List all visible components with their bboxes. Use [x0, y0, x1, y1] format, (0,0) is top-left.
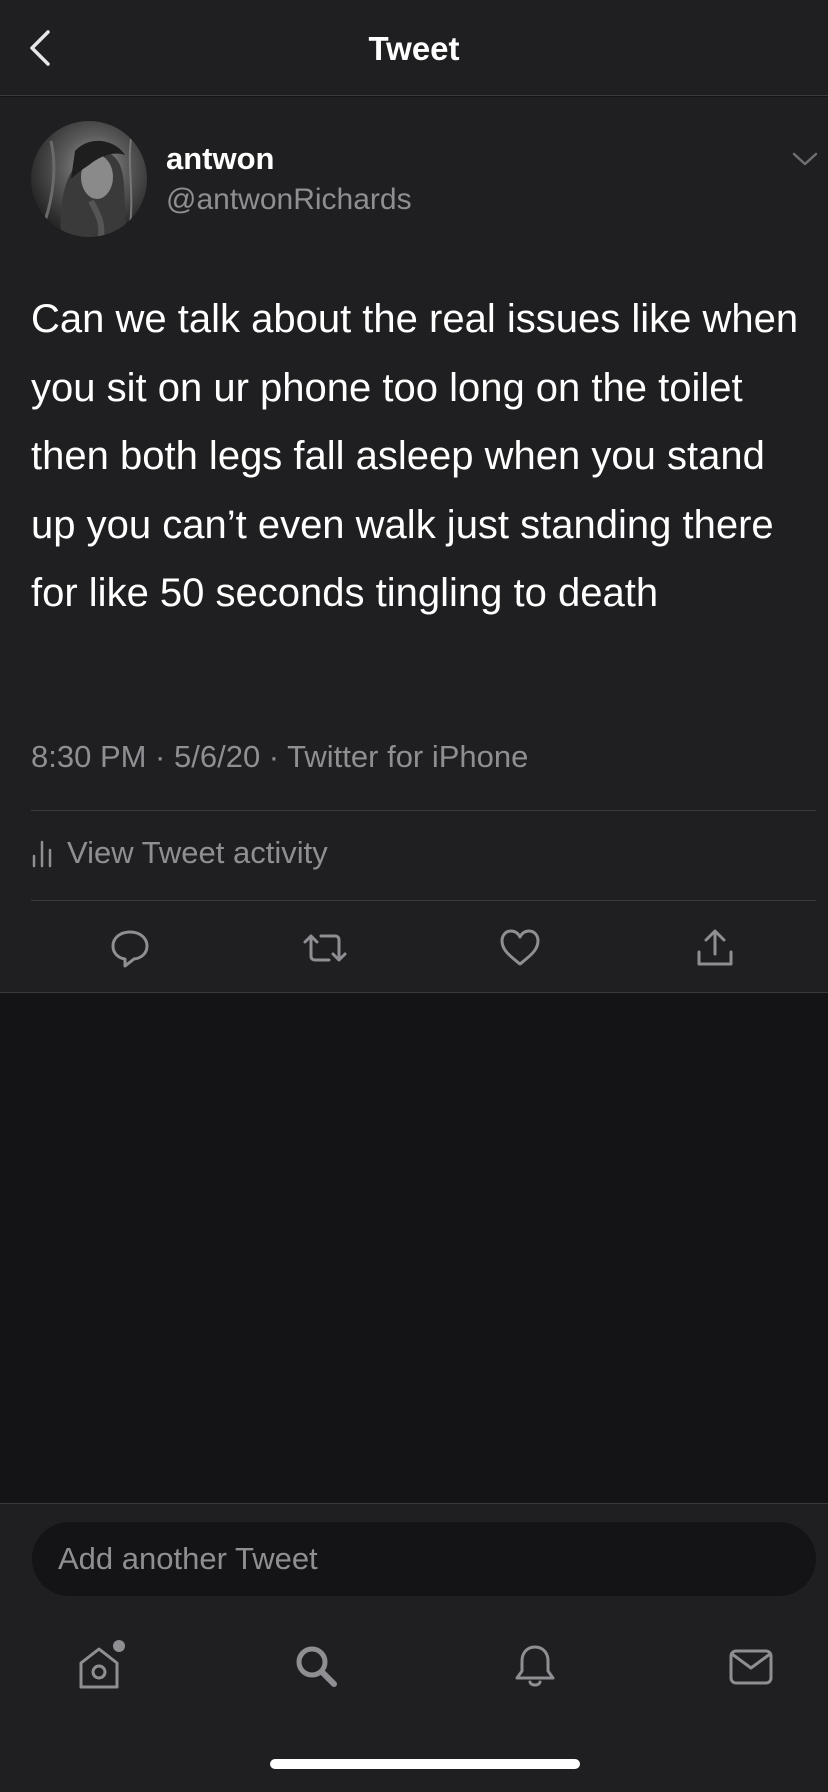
tweet-card: antwon @antwonRichards Can we talk about…: [0, 97, 828, 993]
top-navigation-bar: Tweet: [0, 0, 828, 96]
add-another-tweet-input[interactable]: [58, 1522, 788, 1596]
author-handle[interactable]: @antwonRichards: [166, 183, 412, 217]
tab-notifications[interactable]: [505, 1636, 565, 1696]
page-title: Tweet: [368, 30, 460, 67]
author-name[interactable]: antwon: [166, 141, 275, 177]
search-icon: [296, 1646, 337, 1687]
activity-label: View Tweet activity: [67, 835, 328, 870]
divider: [31, 900, 816, 901]
tweet-text: Can we talk about the real issues like w…: [31, 297, 799, 615]
bottom-area: [0, 1503, 828, 1792]
tab-search[interactable]: [286, 1636, 346, 1696]
reply-button[interactable]: [105, 923, 155, 973]
avatar[interactable]: [31, 121, 147, 237]
more-options-button[interactable]: [790, 147, 820, 171]
activity-bars-icon: [32, 840, 52, 868]
tab-home[interactable]: [70, 1636, 130, 1696]
reply-composer[interactable]: [32, 1522, 816, 1596]
home-icon: [79, 1640, 125, 1689]
share-button[interactable]: [690, 923, 740, 973]
tab-messages[interactable]: [721, 1636, 781, 1696]
view-tweet-activity-link[interactable]: View Tweet activity: [31, 833, 328, 873]
avatar-image: [43, 138, 133, 237]
tweet-meta: 8:30 PM · 5/6/20 · Twitter for iPhone: [31, 739, 529, 774]
retweet-button[interactable]: [300, 923, 350, 973]
chevron-down-icon: [792, 152, 818, 166]
retweet-icon: [303, 934, 347, 962]
notification-dot: [113, 1640, 125, 1652]
home-indicator: [270, 1759, 580, 1769]
like-icon: [500, 929, 540, 966]
notifications-icon: [515, 1645, 555, 1687]
like-button[interactable]: [495, 923, 545, 973]
divider: [31, 810, 816, 811]
reply-icon: [111, 930, 149, 968]
tweet-actions: [0, 923, 828, 973]
messages-icon: [729, 1649, 773, 1685]
share-icon: [697, 929, 733, 966]
